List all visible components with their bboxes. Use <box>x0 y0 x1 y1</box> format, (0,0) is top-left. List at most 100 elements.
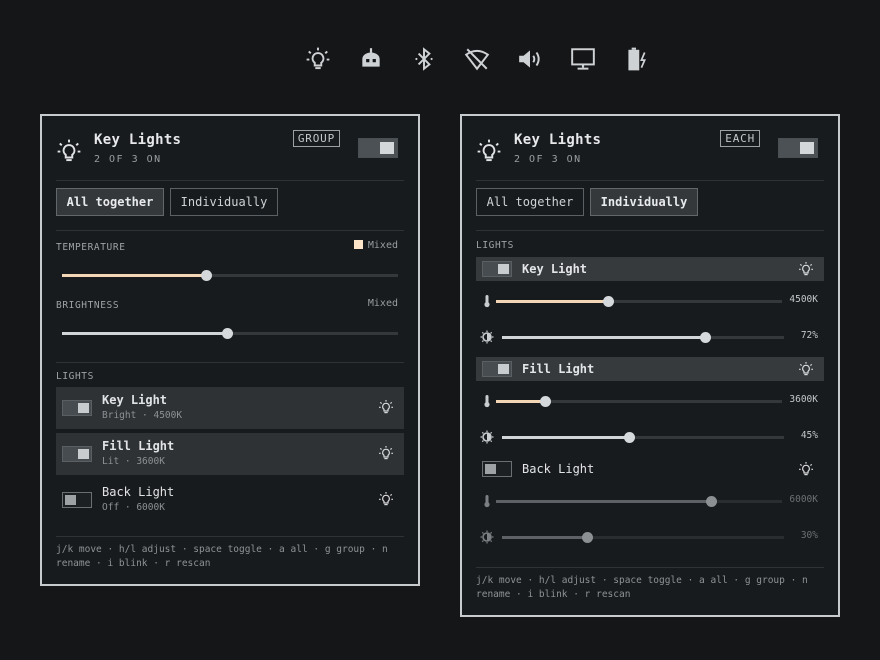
slider-fill <box>502 536 587 539</box>
keyboard-help: j/k move · h/l adjust · space toggle · a… <box>56 544 388 569</box>
lightbulb-icon <box>56 138 82 164</box>
slider-thumb[interactable] <box>221 328 233 339</box>
divider <box>56 536 404 537</box>
light-toggle[interactable] <box>482 461 512 477</box>
top-icon-bar <box>305 46 676 72</box>
fill-light-temperature-row: 3600K <box>476 394 824 408</box>
temperature-status: Mixed <box>353 240 398 251</box>
temperature-slider[interactable] <box>496 496 782 507</box>
slider-thumb[interactable] <box>581 532 593 543</box>
panel-header: Key Lights 2 OF 3 ON EACH <box>476 130 818 182</box>
all-together-button[interactable]: All together <box>56 188 164 216</box>
color-swatch <box>353 240 363 249</box>
fill-light-brightness-row: 45% <box>476 430 824 444</box>
divider <box>56 230 404 231</box>
blink-bulb-icon[interactable] <box>378 399 394 415</box>
light-row-fill-light[interactable]: Fill Light Lit · 3600K <box>56 433 404 475</box>
blink-bulb-icon[interactable] <box>798 461 814 477</box>
keyboard-help: j/k move · h/l adjust · space toggle · a… <box>476 575 808 600</box>
brightness-value: 30% <box>800 530 818 541</box>
temperature-slider[interactable] <box>62 270 398 281</box>
light-name: Back Light <box>102 485 175 499</box>
lightbulb-icon[interactable] <box>305 46 331 72</box>
brightness-label: BRIGHTNESS <box>56 300 120 311</box>
back-light-brightness-row: 30% <box>476 530 824 544</box>
divider <box>476 230 824 231</box>
light-desc: Lit · 3600K <box>102 456 165 467</box>
slider-fill <box>62 274 207 277</box>
light-desc: Bright · 4500K <box>102 410 183 421</box>
brightness-value: 45% <box>800 430 818 441</box>
blink-bulb-icon[interactable] <box>378 491 394 507</box>
panel-title: Key Lights <box>514 132 602 148</box>
light-toggle[interactable] <box>482 361 512 377</box>
light-name: Fill Light <box>522 362 595 376</box>
light-name: Key Light <box>102 393 168 407</box>
key-light-brightness-row: 72% <box>476 330 824 344</box>
slider-fill <box>496 500 711 503</box>
all-together-button[interactable]: All together <box>476 188 584 216</box>
brightness-icon <box>480 530 494 544</box>
lights-label: LIGHTS <box>56 371 94 382</box>
light-row-key-light[interactable]: Key Light <box>476 257 824 281</box>
key-light-temperature-row: 4500K <box>476 294 824 308</box>
slider-fill <box>502 336 706 339</box>
blink-bulb-icon[interactable] <box>798 261 814 277</box>
master-toggle[interactable] <box>778 138 818 158</box>
wifi-off-icon[interactable] <box>464 46 490 72</box>
light-row-back-light[interactable]: Back Light <box>476 457 824 481</box>
temperature-label: TEMPERATURE <box>56 242 126 253</box>
light-toggle[interactable] <box>62 492 92 508</box>
brightness-value: 72% <box>800 330 818 341</box>
brightness-slider[interactable] <box>62 328 398 339</box>
brightness-slider[interactable] <box>502 432 784 443</box>
each-panel: Key Lights 2 OF 3 ON EACH All together I… <box>460 114 840 617</box>
panel-title: Key Lights <box>94 132 182 148</box>
slider-fill <box>496 300 608 303</box>
slider-thumb[interactable] <box>623 432 635 443</box>
display-icon[interactable] <box>570 46 596 72</box>
panel-subtitle: 2 OF 3 ON <box>514 154 582 165</box>
light-row-back-light[interactable]: Back Light Off · 6000K <box>56 479 404 521</box>
light-row-key-light[interactable]: Key Light Bright · 4500K <box>56 387 404 429</box>
light-toggle[interactable] <box>62 446 92 462</box>
light-desc: Off · 6000K <box>102 502 165 513</box>
volume-icon[interactable] <box>517 46 543 72</box>
light-row-fill-light[interactable]: Fill Light <box>476 357 824 381</box>
individually-button[interactable]: Individually <box>590 188 698 216</box>
light-name: Back Light <box>522 462 595 476</box>
slider-thumb[interactable] <box>602 296 614 307</box>
slider-thumb[interactable] <box>705 496 717 507</box>
robot-icon[interactable] <box>358 46 384 72</box>
panel-header: Key Lights 2 OF 3 ON GROUP <box>56 130 398 182</box>
slider-thumb[interactable] <box>201 270 213 281</box>
divider <box>56 180 404 181</box>
lightbulb-icon <box>476 138 502 164</box>
blink-bulb-icon[interactable] <box>378 445 394 461</box>
slider-thumb[interactable] <box>700 332 712 343</box>
brightness-icon <box>480 430 494 444</box>
battery-charging-icon[interactable] <box>623 46 649 72</box>
divider <box>56 362 404 363</box>
temperature-slider[interactable] <box>496 296 782 307</box>
bluetooth-icon[interactable] <box>411 46 437 72</box>
slider-fill <box>62 332 227 335</box>
slider-fill <box>496 400 545 403</box>
temperature-slider[interactable] <box>496 396 782 407</box>
divider <box>476 180 824 181</box>
light-toggle[interactable] <box>482 261 512 277</box>
slider-thumb[interactable] <box>539 396 551 407</box>
mode-badge: EACH <box>720 130 760 147</box>
individually-button[interactable]: Individually <box>170 188 278 216</box>
brightness-slider[interactable] <box>502 332 784 343</box>
master-toggle[interactable] <box>358 138 398 158</box>
light-toggle[interactable] <box>62 400 92 416</box>
blink-bulb-icon[interactable] <box>798 361 814 377</box>
brightness-status: Mixed <box>367 298 398 309</box>
panel-subtitle: 2 OF 3 ON <box>94 154 162 165</box>
brightness-slider[interactable] <box>502 532 784 543</box>
thermometer-icon <box>480 494 494 508</box>
lights-label: LIGHTS <box>476 240 514 251</box>
back-light-temperature-row: 6000K <box>476 494 824 508</box>
temperature-value: 6000K <box>789 494 818 505</box>
